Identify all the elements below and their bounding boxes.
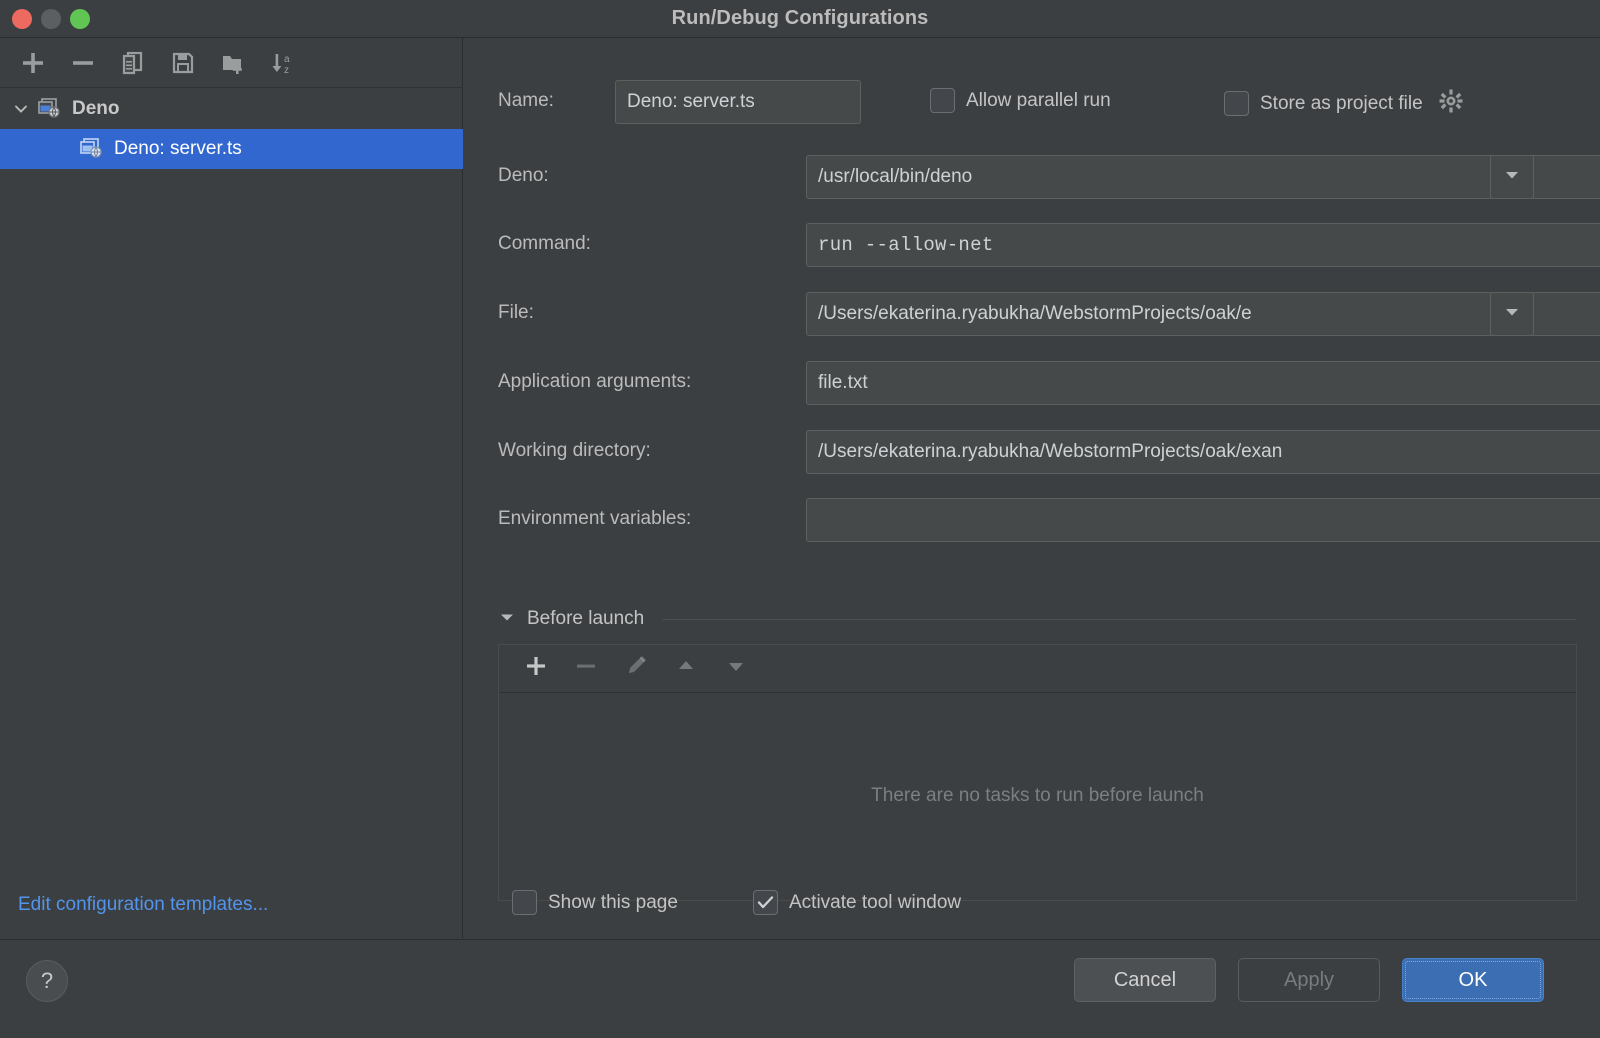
allow-parallel-run-label: Allow parallel run [966, 89, 1111, 111]
sort-az-icon: a z [270, 50, 296, 76]
cancel-button[interactable]: Cancel [1074, 958, 1216, 1002]
svg-text:z: z [284, 65, 289, 76]
triangle-down-icon[interactable] [498, 610, 516, 629]
working-directory-label: Working directory: [498, 440, 651, 461]
add-configuration-button[interactable] [8, 40, 58, 86]
sidebar-toolbar: a z [0, 38, 463, 88]
name-input-value: Deno: server.ts [627, 91, 755, 112]
chevron-down-icon [1503, 305, 1521, 324]
name-label: Name: [498, 90, 554, 111]
check-icon [757, 896, 774, 909]
command-input[interactable]: run --allow-net [806, 223, 1600, 267]
activate-tool-window-label: Activate tool window [789, 891, 962, 913]
apply-button: Apply [1238, 958, 1380, 1002]
application-arguments-value: file.txt [818, 372, 868, 393]
deno-label: Deno: [498, 165, 549, 186]
close-window-button[interactable] [12, 9, 32, 29]
copy-configuration-button[interactable] [108, 40, 158, 86]
zoom-window-button[interactable] [70, 9, 90, 29]
chevron-down-icon[interactable] [10, 98, 32, 120]
before-launch-panel: There are no tasks to run before launch [498, 644, 1577, 901]
move-task-up-button [661, 646, 711, 692]
dialog-title: Run/Debug Configurations [671, 7, 929, 29]
remove-configuration-button[interactable] [58, 40, 108, 86]
configurations-sidebar: a z Deno Deno: server.ts Edit configurat… [0, 38, 463, 938]
add-task-button[interactable] [511, 646, 561, 692]
file-dropdown-button[interactable] [1490, 292, 1534, 336]
show-this-page-label: Show this page [548, 891, 678, 913]
sort-alphabetically-button[interactable]: a z [258, 40, 308, 86]
command-label: Command: [498, 233, 591, 254]
environment-variables-input[interactable] [806, 498, 1600, 542]
remove-task-button [561, 646, 611, 692]
allow-parallel-run-checkbox[interactable]: Allow parallel run [930, 88, 1111, 113]
environment-variables-label: Environment variables: [498, 508, 692, 529]
tree-group-deno[interactable]: Deno [0, 89, 463, 129]
pencil-icon [623, 653, 649, 684]
configurations-tree: Deno Deno: server.ts [0, 89, 463, 169]
move-task-down-button [711, 646, 761, 692]
deno-path-input[interactable]: /usr/local/bin/deno [806, 155, 1600, 199]
folder-add-icon [220, 50, 246, 76]
before-launch-title: Before launch [527, 608, 645, 629]
save-configuration-button[interactable] [158, 40, 208, 86]
minus-icon [573, 653, 599, 684]
tree-item-deno-server-ts[interactable]: Deno: server.ts [0, 129, 463, 169]
title-bar: Run/Debug Configurations [0, 0, 1600, 38]
tree-group-label: Deno [72, 98, 120, 119]
application-arguments-input[interactable]: file.txt [806, 361, 1600, 405]
triangle-up-icon [673, 653, 699, 684]
plus-icon [523, 653, 549, 684]
move-into-folder-button[interactable] [208, 40, 258, 86]
run-debug-configurations-dialog: Run/Debug Configurations a z Deno Deno: … [0, 0, 1600, 1038]
name-input[interactable]: Deno: server.ts [615, 80, 861, 124]
ok-button[interactable]: OK [1402, 958, 1544, 1002]
gear-icon[interactable] [1438, 88, 1464, 119]
application-arguments-label: Application arguments: [498, 371, 692, 392]
plus-icon [20, 50, 46, 76]
store-as-project-file-checkbox[interactable]: Store as project file [1224, 88, 1464, 119]
file-input[interactable]: /Users/ekaterina.ryabukha/WebstormProjec… [806, 292, 1600, 336]
dialog-footer: ? Cancel Apply OK [0, 939, 1600, 1038]
command-value: run --allow-net [818, 234, 994, 256]
deno-path-value: /usr/local/bin/deno [818, 166, 973, 187]
file-value: /Users/ekaterina.ryabukha/WebstormProjec… [818, 303, 1252, 324]
help-button[interactable]: ? [26, 960, 68, 1002]
working-directory-input[interactable]: /Users/ekaterina.ryabukha/WebstormProjec… [806, 430, 1600, 474]
window-controls [12, 9, 90, 29]
save-icon [170, 50, 196, 76]
working-directory-value: /Users/ekaterina.ryabukha/WebstormProjec… [818, 441, 1283, 462]
deno-config-icon [36, 96, 64, 122]
minus-icon [70, 50, 96, 76]
svg-text:a: a [284, 54, 290, 65]
configuration-form: Name: Deno: server.ts Allow parallel run… [464, 38, 1600, 938]
deno-dropdown-button[interactable] [1490, 155, 1534, 199]
minimize-window-button[interactable] [41, 9, 61, 29]
triangle-down-icon [723, 653, 749, 684]
deno-config-icon [78, 136, 106, 162]
store-as-project-file-label: Store as project file [1260, 92, 1423, 114]
show-this-page-checkbox[interactable]: Show this page [512, 890, 678, 915]
before-launch-header[interactable]: Before launch [498, 604, 1576, 634]
checkbox-box [512, 890, 537, 915]
file-label: File: [498, 302, 534, 323]
checkbox-box [753, 890, 778, 915]
checkbox-box [1224, 91, 1249, 116]
edit-configuration-templates-link[interactable]: Edit configuration templates... [18, 894, 268, 916]
tree-item-label: Deno: server.ts [114, 138, 242, 159]
checkbox-box [930, 88, 955, 113]
before-launch-toolbar [499, 645, 1576, 693]
before-launch-empty-message: There are no tasks to run before launch [871, 785, 1204, 806]
activate-tool-window-checkbox[interactable]: Activate tool window [753, 890, 961, 915]
copy-icon [120, 50, 146, 76]
section-divider [663, 618, 1576, 620]
edit-task-button [611, 646, 661, 692]
chevron-down-icon [1503, 168, 1521, 187]
